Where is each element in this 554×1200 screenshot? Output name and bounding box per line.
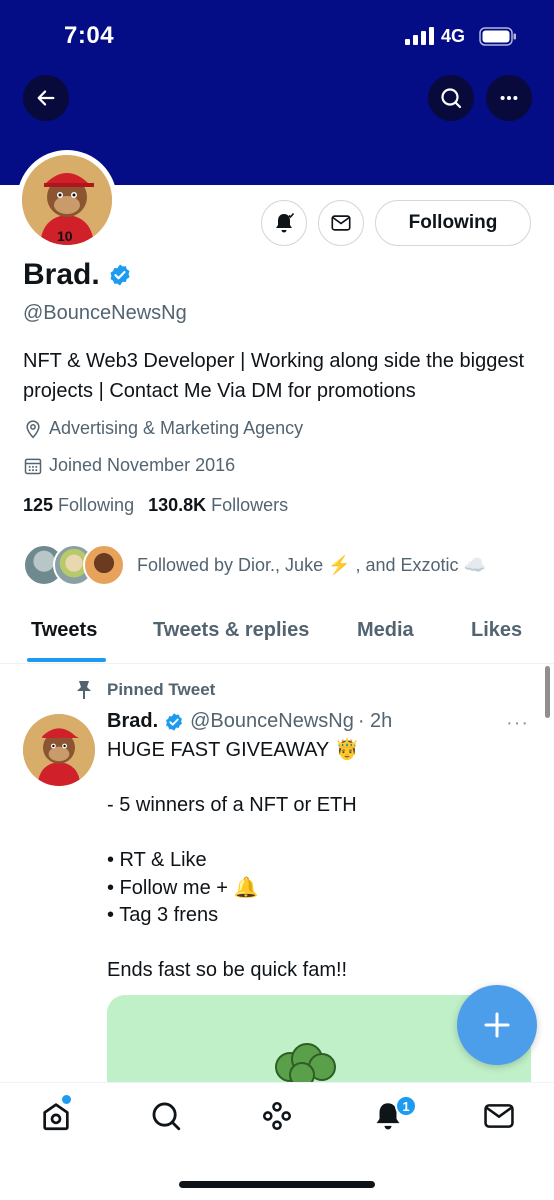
svg-text:10: 10 (57, 228, 73, 244)
network-type: 4G (441, 26, 466, 46)
joined-text: Joined November 2016 (49, 455, 236, 475)
tweet-header: Brad. @BounceNewsNg · 2h (107, 710, 392, 733)
ape-avatar-image: 10 (22, 155, 112, 245)
signal-icon (405, 27, 434, 45)
battery-icon (479, 27, 516, 46)
spaces-icon[interactable] (260, 1099, 294, 1133)
profile-avatar[interactable]: 10 (17, 150, 117, 250)
arrow-left-icon (37, 90, 55, 106)
messages-icon[interactable] (482, 1099, 516, 1133)
home-unread-dot (62, 1095, 71, 1104)
bell-check-icon (276, 212, 295, 233)
mail-icon (331, 215, 351, 231)
bottom-nav: 1 (0, 1082, 554, 1200)
profile-tabs: Tweets Tweets & replies Media Likes (0, 602, 554, 664)
scrollbar[interactable] (545, 666, 550, 718)
location-pin-icon (26, 419, 40, 438)
tweet-text: HUGE FAST GIVEAWAY 🤴 - 5 winners of a NF… (107, 739, 360, 981)
followers-count: 130.8K (148, 495, 207, 515)
tab-media[interactable]: Media (357, 619, 414, 642)
tweet-author-handle: @BounceNewsNg (190, 710, 354, 732)
notification-badge: 1 (395, 1095, 417, 1117)
profile-handle: @BounceNewsNg (23, 302, 187, 324)
tab-likes[interactable]: Likes (471, 619, 522, 642)
status-time: 7:04 (64, 22, 115, 49)
followers-count-link[interactable]: 130.8K Followers (148, 495, 288, 516)
active-tab-indicator (27, 658, 106, 662)
tweet-time: · 2h (357, 710, 393, 732)
profile-bio: NFT & Web3 Developer | Working along sid… (23, 350, 525, 402)
verified-badge-icon (166, 712, 183, 731)
tweet-author-avatar[interactable] (23, 714, 95, 786)
follow-counts: 125 Following 130.8K Followers (23, 495, 302, 516)
followed-by-row[interactable]: Followed by Dior., Juke ⚡️ , and Exzotic… (23, 544, 486, 586)
status-bar: 7:04 4G (0, 0, 554, 72)
display-name: Brad. (23, 258, 100, 291)
ape-avatar-image (23, 714, 95, 786)
pinned-text: Pinned Tweet (107, 680, 216, 699)
compose-tweet-button[interactable] (457, 985, 537, 1065)
following-count-link[interactable]: 125 Following (23, 495, 134, 516)
pin-icon (77, 681, 91, 699)
calendar-icon (24, 458, 42, 474)
name-row: Brad. (23, 258, 132, 292)
back-button[interactable] (23, 75, 69, 121)
plus-icon (484, 1012, 510, 1038)
profile-location: Advertising & Marketing Agency (23, 418, 303, 439)
following-count: 125 (23, 495, 54, 515)
notifications-toggle-button[interactable] (261, 200, 307, 246)
message-button[interactable] (318, 200, 364, 246)
search-icon (441, 88, 462, 109)
following-count-label: Following (58, 495, 135, 515)
more-icon (500, 95, 518, 101)
followed-by-text: Followed by Dior., Juke ⚡️ , and Exzotic… (137, 554, 486, 575)
more-button[interactable] (486, 75, 532, 121)
profile-joined: Joined November 2016 (23, 455, 235, 476)
search-icon[interactable] (149, 1099, 183, 1133)
tab-tweets-and-replies[interactable]: Tweets & replies (153, 619, 309, 642)
tweet-author-name[interactable]: Brad. (107, 710, 158, 733)
search-button[interactable] (428, 75, 474, 121)
following-button[interactable]: Following (375, 200, 531, 246)
tab-tweets[interactable]: Tweets (31, 619, 97, 642)
follower-avatar-3 (83, 544, 125, 586)
pinned-tweet-label: Pinned Tweet (75, 680, 215, 700)
tweet-more-button[interactable]: ··· (506, 712, 529, 735)
followers-count-label: Followers (211, 495, 289, 515)
home-indicator[interactable] (179, 1181, 375, 1188)
location-text: Advertising & Marketing Agency (49, 418, 304, 438)
home-icon[interactable] (39, 1099, 73, 1133)
verified-badge-icon (110, 264, 130, 286)
